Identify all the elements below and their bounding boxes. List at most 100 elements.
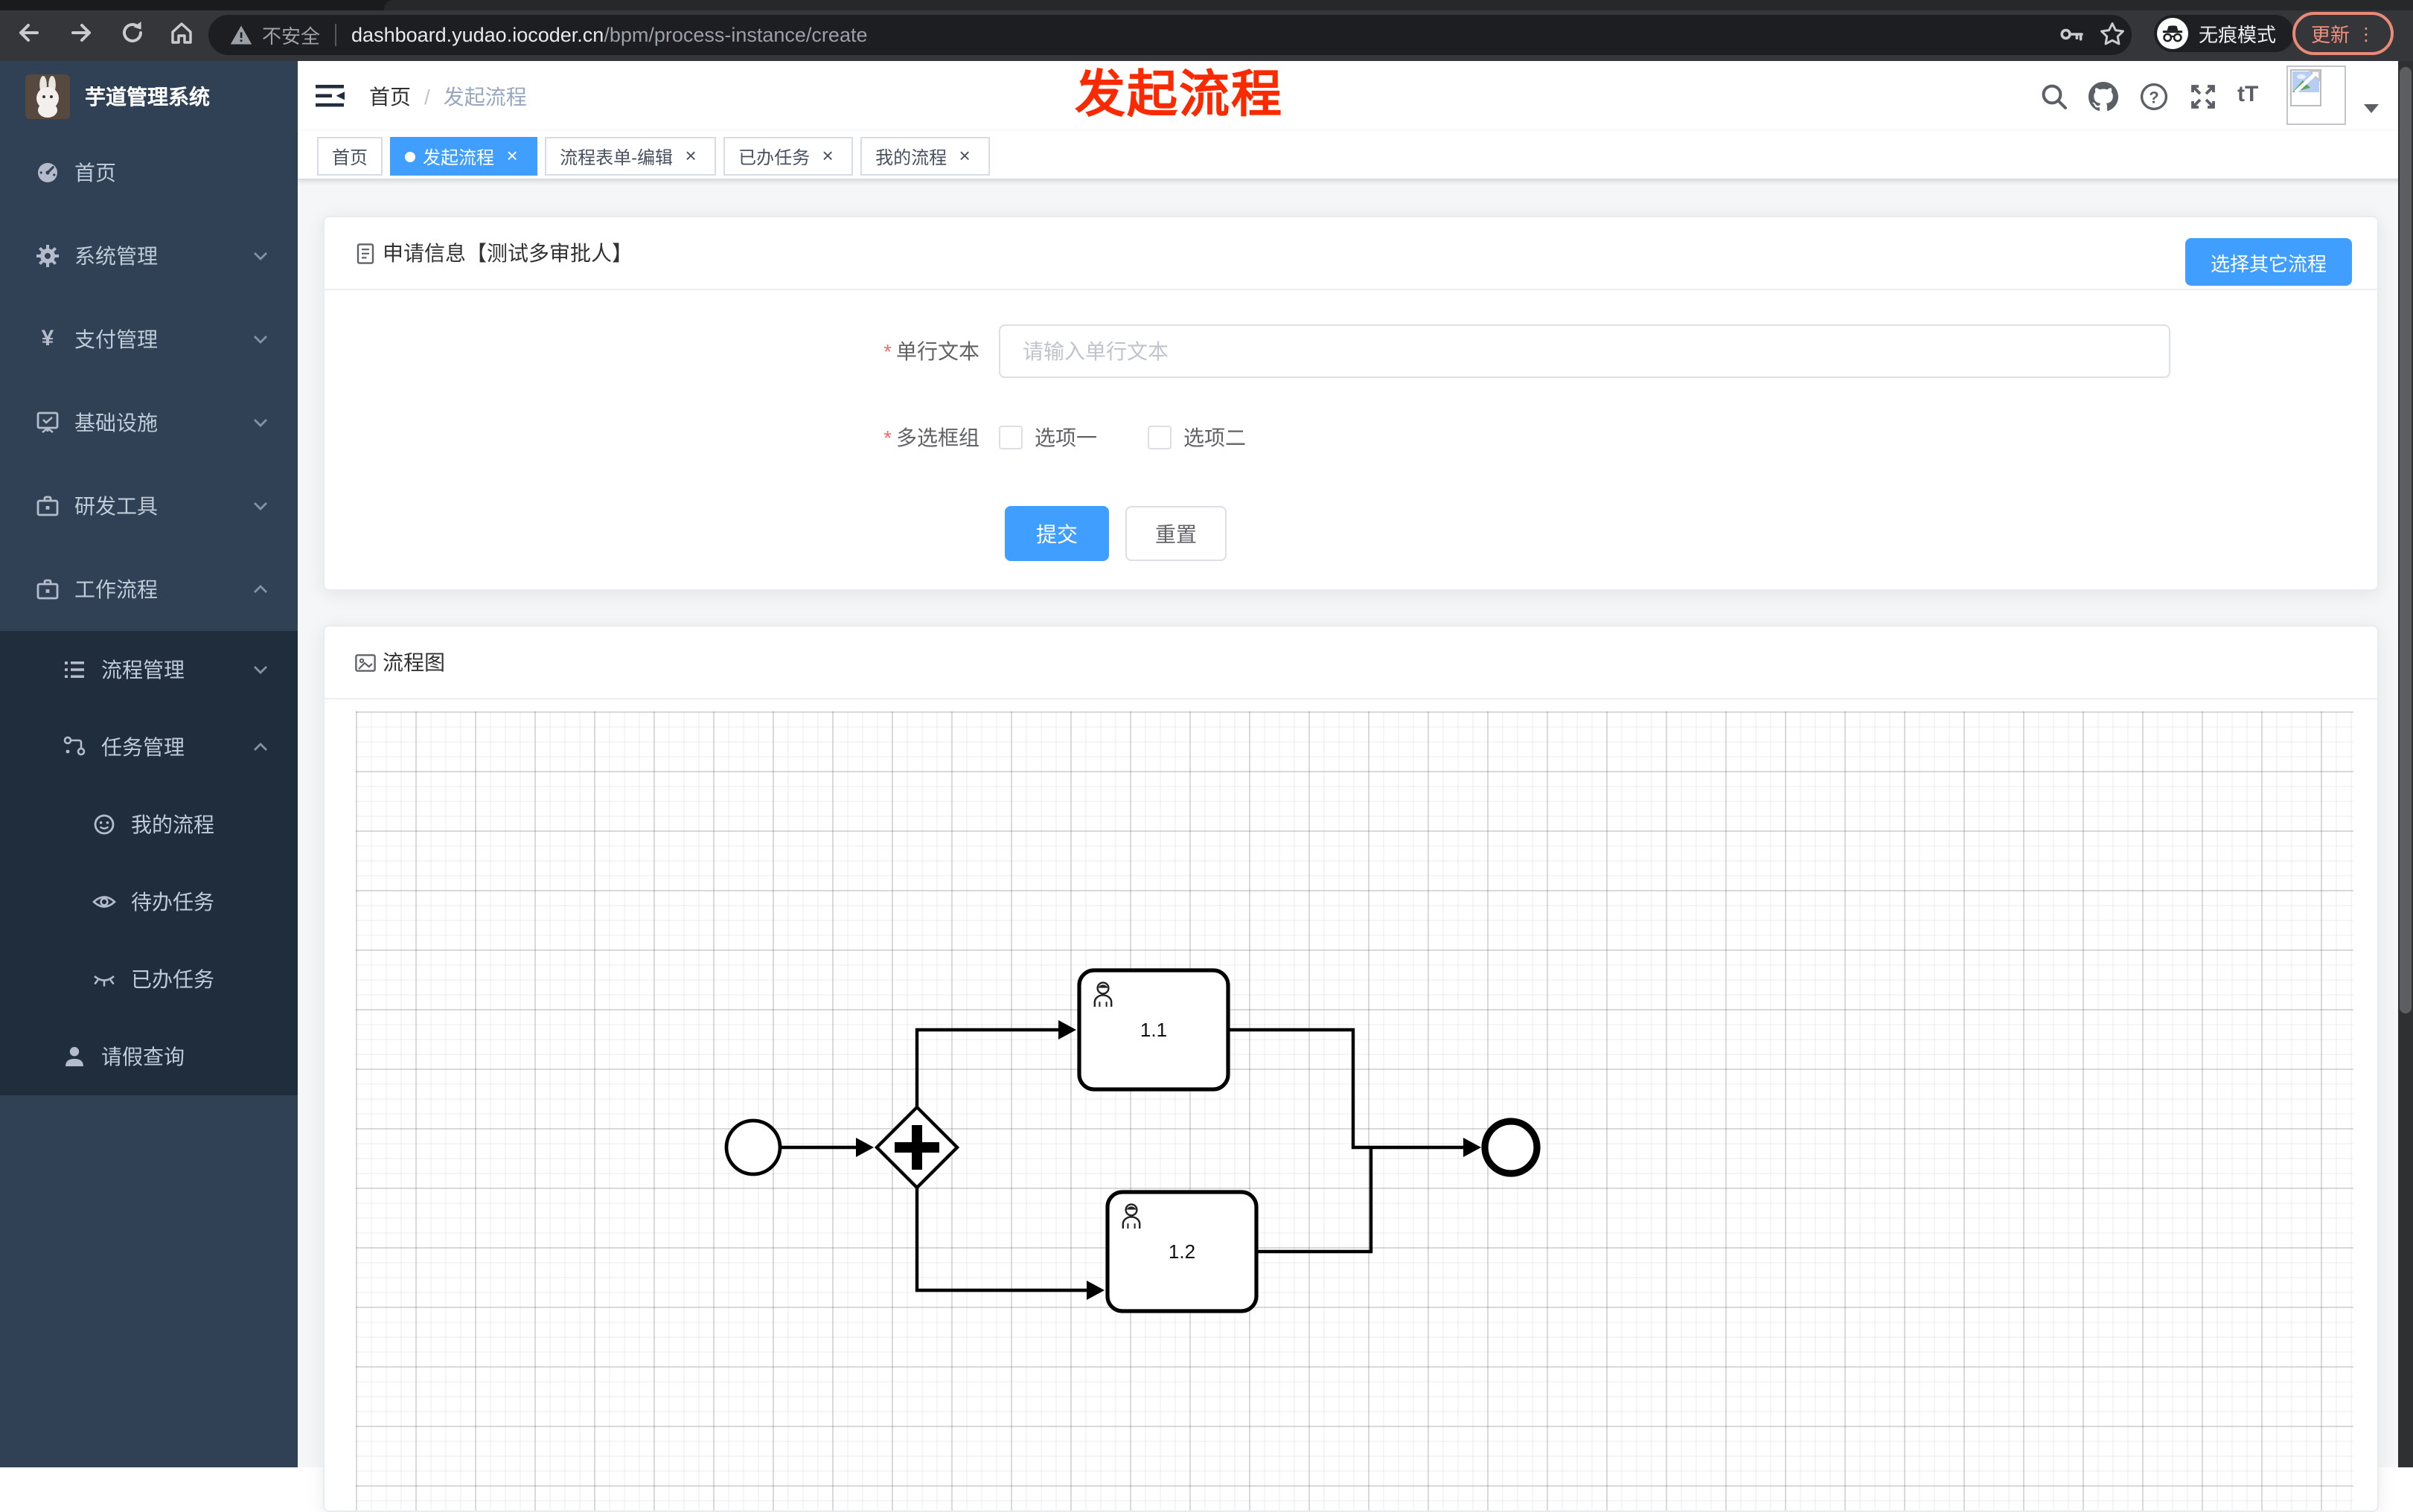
close-tab-icon[interactable]: ×	[954, 146, 975, 167]
browser-forward-icon[interactable]	[68, 19, 95, 46]
tab-label: 已办任务	[738, 147, 811, 167]
bpmn-canvas[interactable]: 1.1 1.2	[356, 711, 2353, 1511]
flow-task2-join	[1256, 1147, 1373, 1254]
flow-task1-to-end	[1228, 1028, 1463, 1150]
user-task-1-1[interactable]: 1.1	[1077, 968, 1230, 1092]
tab-process-form-edit[interactable]: 流程表单-编辑 ×	[545, 137, 717, 176]
password-key-icon[interactable]	[2059, 21, 2086, 48]
checkbox-option-two[interactable]: 选项二	[1148, 423, 1246, 452]
github-icon[interactable]	[2088, 82, 2118, 112]
checkbox-label: 选项一	[1035, 426, 1097, 449]
browser-active-tab[interactable]	[384, 0, 2413, 10]
browser-update-button[interactable]: 更新 ⋮	[2292, 12, 2394, 55]
page-scrollbar[interactable]	[2398, 61, 2413, 1467]
eye-open-icon	[92, 890, 116, 914]
tab-label: 首页	[332, 147, 368, 167]
chevron-down-icon	[253, 665, 268, 674]
sidebar-collapse-icon[interactable]	[316, 83, 345, 109]
sidebar-item-todo-tasks[interactable]: 待办任务	[0, 863, 298, 941]
arrowhead	[856, 1138, 874, 1157]
single-line-text-input[interactable]	[999, 324, 2170, 378]
scrollbar-thumb[interactable]	[2400, 67, 2412, 1013]
end-event-node[interactable]	[1481, 1118, 1541, 1177]
image-icon	[354, 651, 377, 673]
flow-gateway-to-task2	[915, 1188, 1087, 1292]
bookmark-star-icon[interactable]	[2099, 21, 2126, 48]
form-row-text: * 单行文本	[793, 324, 2170, 378]
breadcrumb-separator: /	[424, 84, 430, 108]
sidebar-item-task-mgmt[interactable]: 任务管理	[0, 708, 298, 786]
sidebar-item-system[interactable]: 系统管理	[0, 214, 298, 298]
apply-card-title: 申请信息【测试多审批人】	[383, 241, 633, 265]
sidebar-item-my-processes[interactable]: 我的流程	[0, 786, 298, 863]
field-label-single-line: * 单行文本	[883, 339, 979, 363]
form-row-checkbox: * 多选框组 选项一 选项二	[793, 423, 1297, 452]
close-tab-icon[interactable]: ×	[502, 146, 522, 167]
apply-info-card: 申请信息【测试多审批人】 选择其它流程 *单行文本 *多选框组 选项一 选项二	[323, 216, 2379, 591]
tab-start-process[interactable]: 发起流程 ×	[390, 137, 538, 176]
page-header: 首页 / 发起流程 ? tT	[298, 61, 2413, 132]
sidebar-logo[interactable]: 芋道管理系统	[0, 61, 298, 131]
start-event-node[interactable]	[724, 1118, 782, 1176]
submit-button[interactable]: 提交	[1005, 506, 1109, 561]
url-path[interactable]: /bpm/process-instance/create	[604, 24, 867, 46]
parallel-gateway-node[interactable]	[874, 1104, 960, 1191]
sidebar-item-infrastructure[interactable]: 基础设施	[0, 381, 298, 464]
checkbox-icon[interactable]	[999, 426, 1023, 449]
sidebar-item-home[interactable]: 首页	[0, 131, 298, 214]
sidebar-item-label: 工作流程	[74, 577, 158, 601]
sidebar-item-dev-tools[interactable]: 研发工具	[0, 464, 298, 548]
required-asterisk: *	[883, 426, 892, 449]
fullscreen-icon[interactable]	[2188, 82, 2218, 112]
sidebar-item-workflow[interactable]: 工作流程	[0, 548, 298, 631]
sidebar-item-process-mgmt[interactable]: 流程管理	[0, 631, 298, 708]
browser-reload-icon[interactable]	[119, 19, 146, 46]
font-size-icon[interactable]: tT	[2237, 82, 2267, 112]
chevron-down-icon	[253, 335, 268, 344]
sidebar-item-leave-query[interactable]: 请假查询	[0, 1018, 298, 1095]
sidebar-item-done-tasks[interactable]: 已办任务	[0, 941, 298, 1018]
arrowhead	[1087, 1281, 1105, 1300]
select-other-process-button[interactable]: 选择其它流程	[2185, 238, 2352, 286]
main-content: 申请信息【测试多审批人】 选择其它流程 *单行文本 *多选框组 选项一 选项二	[298, 179, 2413, 1512]
close-tab-icon[interactable]: ×	[680, 146, 701, 167]
url-bar[interactable]: 不安全 dashboard.yudao.iocoder.cn/bpm/proce…	[208, 15, 2132, 55]
tab-label: 发起流程	[423, 147, 495, 167]
sidebar-item-label: 流程管理	[101, 658, 185, 682]
browser-chrome: 不安全 dashboard.yudao.iocoder.cn/bpm/proce…	[0, 0, 2413, 61]
briefcase-icon	[36, 577, 60, 601]
list-tree-icon	[63, 658, 86, 682]
checkbox-group: 选项一 选项二	[999, 423, 1297, 452]
browser-menu-dots-icon[interactable]: ⋮	[2357, 23, 2375, 44]
incognito-badge: 无痕模式	[2154, 15, 2295, 52]
breadcrumb-home[interactable]: 首页	[369, 81, 411, 111]
smiley-face-icon	[92, 813, 116, 836]
diagram-card-title: 流程图	[383, 650, 445, 674]
reset-button[interactable]: 重置	[1125, 506, 1227, 561]
required-asterisk: *	[883, 339, 892, 363]
checkbox-option-one[interactable]: 选项一	[999, 423, 1097, 452]
help-question-icon[interactable]: ?	[2139, 82, 2169, 112]
user-task-1-2[interactable]: 1.2	[1105, 1190, 1259, 1313]
checkbox-icon[interactable]	[1148, 426, 1172, 449]
url-host[interactable]: dashboard.yudao.iocoder.cn	[351, 24, 604, 46]
avatar-dropdown-caret-icon[interactable]	[2364, 104, 2379, 113]
avatar[interactable]	[2286, 65, 2346, 125]
screenshot-stage: 不安全 dashboard.yudao.iocoder.cn/bpm/proce…	[0, 0, 2413, 1512]
search-icon[interactable]	[2039, 82, 2069, 112]
tab-home[interactable]: 首页	[317, 137, 383, 176]
browser-back-icon[interactable]	[15, 19, 42, 46]
process-diagram-card: 流程图 1.1 1.2	[323, 625, 2379, 1512]
tab-my-processes[interactable]: 我的流程 ×	[860, 137, 991, 176]
user-icon	[63, 1045, 86, 1069]
security-label[interactable]: 不安全	[262, 21, 320, 49]
sidebar-item-label: 首页	[74, 161, 116, 185]
close-tab-icon[interactable]: ×	[817, 146, 838, 167]
sidebar-item-payment[interactable]: ¥ 支付管理	[0, 298, 298, 381]
tags-view-bar: 首页 发起流程 × 流程表单-编辑 × 已办任务 × 我的流程 ×	[298, 131, 2413, 180]
broken-image-icon	[2290, 69, 2321, 106]
tab-done-tasks[interactable]: 已办任务 ×	[723, 137, 854, 176]
update-label[interactable]: 更新	[2311, 19, 2350, 48]
form-actions: 提交 重置	[1005, 506, 1227, 561]
browser-home-icon[interactable]	[168, 19, 195, 46]
